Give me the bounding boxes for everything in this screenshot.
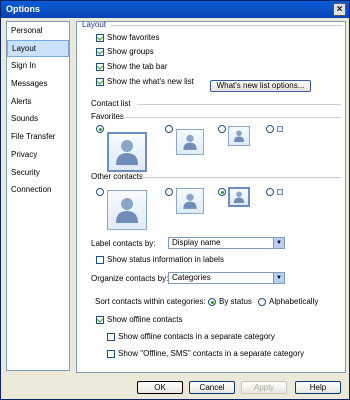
contact-avatar-icon [116, 140, 138, 165]
section-title-layout: Layout [82, 20, 107, 29]
sidebar-item-label: Sounds [11, 114, 39, 124]
options-window: Options × Personal Layout Sign In Messag… [0, 0, 350, 400]
sidebar-item-messages[interactable]: Messages [7, 75, 69, 93]
show-offline-checkbox[interactable] [96, 316, 104, 324]
contact-avatar-icon [116, 198, 138, 223]
label-contacts-label: Label contacts by: [91, 239, 156, 248]
sidebar-item-label: Connection [11, 185, 52, 195]
cancel-label: Cancel [199, 383, 225, 392]
contact-avatar-icon [233, 191, 245, 203]
sidebar-item-privacy[interactable]: Privacy [7, 146, 69, 164]
offline-separate-checkbox[interactable] [107, 333, 115, 341]
sidebar-item-label: Messages [11, 79, 48, 89]
organize-contacts-value: Categories [172, 273, 211, 282]
contact-avatar-icon [183, 193, 197, 209]
whats-new-options-button[interactable]: What's new list options... [210, 80, 311, 92]
options-sidebar: Personal Layout Sign In Messages Alerts … [6, 21, 70, 371]
sidebar-item-label: Security [11, 167, 40, 177]
title-bar: Options × [1, 1, 349, 18]
sort-within-label: Sort contacts within categories: [95, 297, 206, 306]
other-contacts-divider [139, 177, 341, 178]
other-tiny-preview[interactable] [277, 189, 283, 195]
show-favorites-label: Show favorites [107, 33, 160, 42]
help-label: Help [309, 383, 327, 392]
sidebar-item-file-transfer[interactable]: File Transfer [7, 128, 69, 146]
apply-button[interactable]: Apply [241, 381, 287, 394]
contact-avatar-icon [183, 134, 197, 150]
sidebar-item-label: File Transfer [11, 132, 56, 142]
show-status-info-label: Show status information in labels [107, 255, 224, 264]
favorites-size-large-radio[interactable] [96, 125, 104, 133]
favorites-size-medium-radio[interactable] [165, 125, 173, 133]
show-favorites-checkbox[interactable] [96, 34, 104, 42]
contact-list-heading: Contact list [91, 99, 131, 108]
show-offline-label: Show offline contacts [107, 315, 183, 324]
favorites-size-tiny-radio[interactable] [266, 125, 274, 133]
favorites-tiny-preview[interactable] [277, 126, 283, 132]
ok-button[interactable]: OK [137, 381, 183, 394]
offline-separate-label: Show offline contacts in a separate cate… [118, 332, 275, 341]
ok-label: OK [154, 383, 166, 392]
show-groups-label: Show groups [107, 47, 154, 56]
sidebar-item-connection[interactable]: Connection [7, 181, 69, 199]
other-large-preview[interactable] [107, 190, 147, 230]
show-status-info-checkbox[interactable] [96, 256, 104, 264]
other-small-preview[interactable] [228, 187, 250, 207]
cancel-button[interactable]: Cancel [189, 381, 235, 394]
other-size-small-radio[interactable] [218, 188, 226, 196]
sidebar-item-label: Personal [11, 26, 43, 35]
close-button[interactable]: × [333, 3, 346, 16]
show-tab-bar-label: Show the tab bar [107, 62, 168, 71]
other-contacts-heading: Other contacts [91, 172, 144, 181]
offline-sms-separate-label: Show "Offline, SMS" contacts in a separa… [118, 349, 305, 358]
sort-by-status-label: By status [219, 297, 252, 306]
favorites-medium-preview[interactable] [176, 129, 204, 155]
sidebar-item-label: Layout [12, 43, 37, 53]
help-button[interactable]: Help [295, 381, 341, 394]
close-icon: × [336, 4, 343, 15]
sidebar-item-sounds[interactable]: Sounds [7, 110, 69, 128]
contact-list-divider [137, 104, 341, 105]
sidebar-item-alerts[interactable]: Alerts [7, 93, 69, 111]
contact-avatar-icon [233, 130, 245, 142]
favorites-size-small-radio[interactable] [218, 125, 226, 133]
show-tab-bar-checkbox[interactable] [96, 63, 104, 71]
sort-by-status-radio[interactable] [208, 298, 216, 306]
sidebar-item-label: Privacy [11, 149, 38, 159]
apply-label: Apply [253, 383, 274, 392]
sidebar-item-label: Alerts [11, 96, 32, 106]
favorites-large-preview[interactable] [107, 132, 147, 172]
chevron-down-icon: ▼ [273, 273, 284, 283]
organize-contacts-label: Organize contacts by: [91, 274, 169, 283]
sidebar-item-security[interactable]: Security [7, 164, 69, 182]
other-size-tiny-radio[interactable] [266, 188, 274, 196]
sidebar-item-sign-in[interactable]: Sign In [7, 57, 69, 75]
show-groups-checkbox[interactable] [96, 48, 104, 56]
offline-sms-separate-checkbox[interactable] [107, 350, 115, 358]
sort-alphabetically-radio[interactable] [258, 298, 266, 306]
favorites-small-preview[interactable] [228, 126, 250, 146]
window-title: Options [6, 4, 40, 14]
label-contacts-value: Display name [172, 238, 221, 247]
sort-alphabetically-label: Alphabetically [269, 297, 319, 306]
sidebar-item-personal[interactable]: Personal [7, 22, 69, 40]
organize-contacts-dropdown[interactable]: Categories ▼ [168, 272, 285, 284]
whats-new-options-label: What's new list options... [216, 81, 305, 90]
favorites-divider [121, 117, 341, 118]
other-medium-preview[interactable] [176, 188, 204, 214]
other-size-medium-radio[interactable] [165, 188, 173, 196]
sidebar-item-label: Sign In [11, 61, 36, 71]
show-whats-new-label: Show the what's new list [107, 77, 194, 86]
layout-panel: Layout Show favorites Show groups Show t… [76, 20, 346, 373]
favorites-heading: Favorites [91, 112, 124, 121]
show-whats-new-checkbox[interactable] [96, 78, 104, 86]
sidebar-item-layout[interactable]: Layout [7, 39, 69, 58]
other-size-large-radio[interactable] [96, 188, 104, 196]
section-divider [111, 25, 343, 26]
label-contacts-dropdown[interactable]: Display name ▼ [168, 237, 285, 249]
chevron-down-icon: ▼ [273, 238, 284, 248]
